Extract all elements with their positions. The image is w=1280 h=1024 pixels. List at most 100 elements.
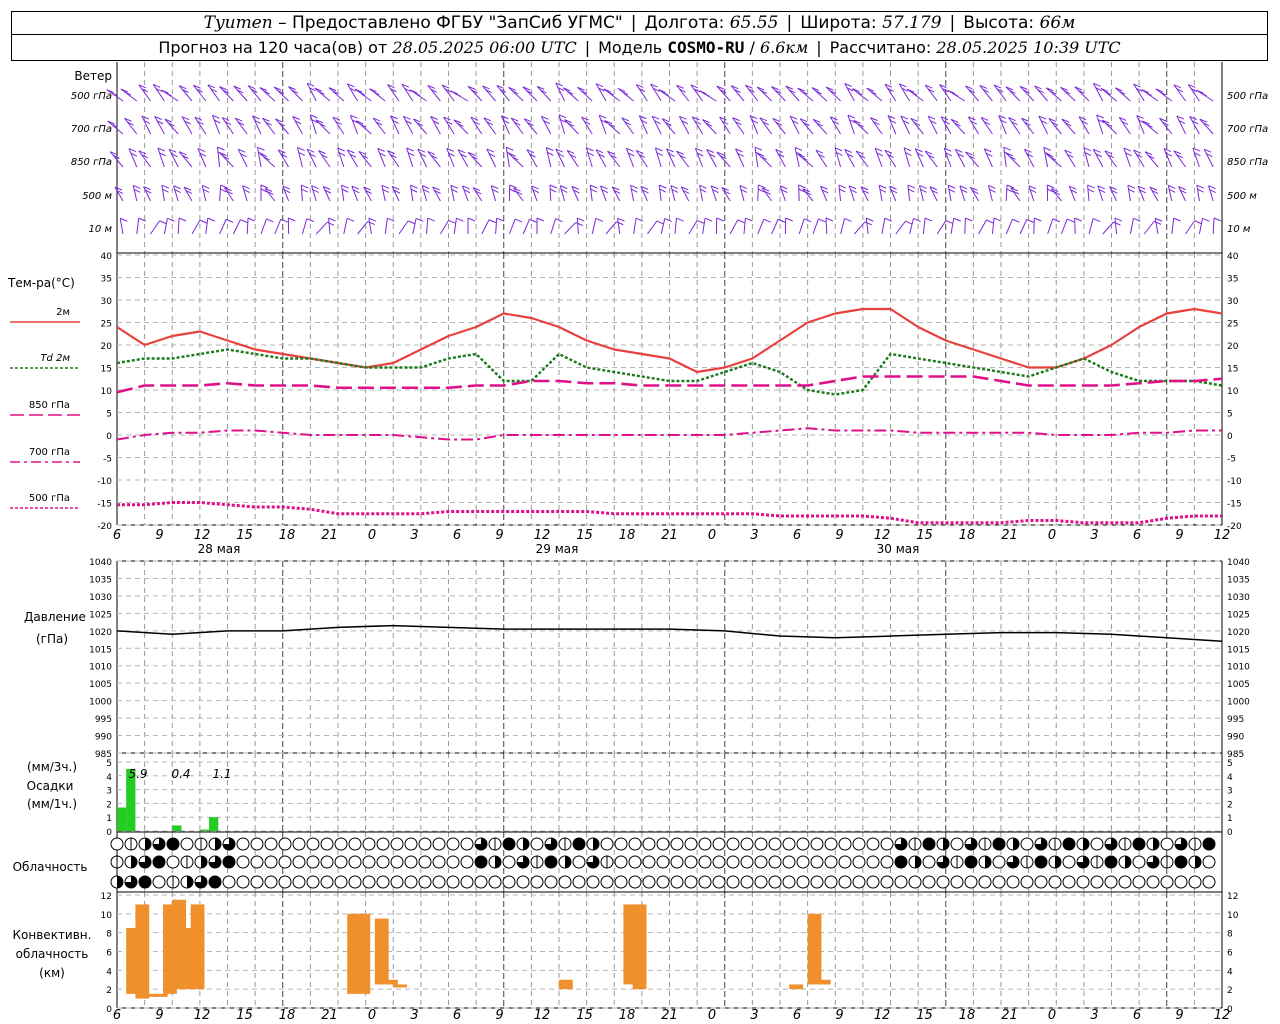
cloud-circle	[1020, 875, 1034, 889]
cloud-circle	[1132, 875, 1146, 889]
hour-tick-label: 0	[368, 528, 376, 543]
precip-bar	[172, 825, 182, 831]
wind-level-label-right: 700 гПа	[1227, 124, 1268, 135]
cloud-circle	[362, 855, 376, 869]
cloud-circle	[712, 875, 726, 889]
wind-barb	[820, 185, 829, 202]
precip-total-label: 5.9	[128, 767, 147, 781]
cloud-symbol	[558, 837, 572, 851]
wind-barb-staff	[922, 218, 926, 235]
temp-tick-left: 0	[106, 432, 112, 442]
cloud-symbol	[1174, 855, 1188, 869]
wind-barb	[1061, 118, 1076, 135]
cloud-circle	[922, 855, 936, 869]
wind-barb	[351, 185, 360, 202]
hour-tick-label: 21	[661, 528, 678, 543]
cloud-circle	[684, 875, 698, 889]
wind-barb-staff	[163, 218, 168, 235]
cloud-circle	[726, 855, 740, 869]
wind-barb	[550, 218, 563, 235]
cloud-symbol	[152, 855, 166, 869]
cloud-symbol	[880, 837, 894, 851]
cloud-symbol	[950, 875, 964, 889]
wind-barb	[482, 85, 496, 102]
wind-barb	[658, 184, 667, 202]
wind-barb	[1118, 116, 1131, 135]
wind-barb-staff	[357, 221, 369, 235]
wind-barb-flag	[676, 217, 684, 222]
wind-barb-staff	[467, 86, 483, 102]
hour-tick-label-bottom: 6	[453, 1008, 461, 1023]
cloud-circle	[278, 837, 292, 851]
wind-barb	[1199, 118, 1214, 135]
wind-barb-staff	[834, 147, 842, 168]
wind-barb	[954, 148, 966, 168]
hour-tick-label-bottom: 3	[1090, 1008, 1098, 1023]
cloud-circle	[698, 875, 712, 889]
wind-barb-staff	[947, 185, 952, 202]
wind-barb-staff	[798, 218, 805, 235]
cloud-symbol	[446, 875, 460, 889]
cloud-fill	[1013, 838, 1019, 850]
cloud-symbol	[1076, 875, 1090, 889]
wind-barb-staff	[1003, 147, 1007, 168]
wind-barb	[1154, 217, 1163, 235]
wind-barb	[898, 83, 911, 102]
wind-barb-staff	[341, 185, 345, 202]
cloud-symbol	[768, 837, 782, 851]
wind-barb	[252, 115, 262, 135]
wind-barb-flag	[590, 184, 598, 189]
temp-tick-right: -15	[1227, 500, 1242, 510]
cloud-symbol	[586, 855, 600, 869]
wind-barb	[526, 149, 538, 168]
cloud-fill	[201, 856, 207, 868]
cloud-symbol	[628, 855, 642, 869]
cloud-symbol	[642, 855, 656, 869]
cloud-circle	[1062, 855, 1076, 869]
wind-barb	[467, 217, 476, 234]
wind-barb	[1060, 86, 1076, 102]
wind-barb-staff	[232, 219, 241, 235]
temp-tick-left: -5	[103, 455, 112, 465]
cloud-circle	[1034, 875, 1048, 889]
wind-barb-flag	[1087, 184, 1095, 189]
wind-barb	[735, 148, 745, 168]
cloud-symbol	[768, 855, 782, 869]
cloud-symbol	[1062, 837, 1076, 851]
wind-barb	[745, 84, 759, 102]
wind-barb-flag	[257, 146, 265, 151]
cloud-symbol	[1160, 837, 1174, 851]
wind-barb-staff	[576, 218, 579, 235]
cloud-symbol	[376, 875, 390, 889]
cloud-circle	[810, 855, 824, 869]
wind-barb	[508, 184, 517, 202]
wind-barb	[219, 152, 234, 168]
wind-barb-staff	[1005, 184, 1008, 202]
hour-tick-label: 6	[453, 528, 461, 543]
wind-barb-staff	[508, 152, 524, 168]
wind-barb-flag	[207, 217, 215, 222]
wind-barb-staff	[301, 218, 308, 235]
wind-barb	[178, 151, 193, 168]
cloud-symbol	[152, 875, 166, 889]
hour-tick-label: 9	[1175, 528, 1183, 543]
wind-barb-staff	[141, 115, 152, 135]
wind-barb-staff	[1127, 185, 1131, 202]
wind-barb-staff	[354, 88, 372, 102]
cloud-symbol	[264, 837, 278, 851]
cloud-symbol	[124, 855, 138, 869]
wind-barb-flag	[595, 217, 603, 222]
cloud-symbol	[250, 855, 264, 869]
wind-barb-staff	[136, 218, 140, 235]
cloud-symbol	[166, 875, 180, 889]
wind-barb	[161, 89, 179, 102]
cloud-symbol	[768, 875, 782, 889]
wind-barb	[947, 184, 956, 202]
cloud-fill	[1105, 856, 1117, 868]
wind-barb-staff	[1196, 89, 1214, 102]
cloud-circle	[894, 875, 908, 889]
cloud-symbol	[502, 855, 516, 869]
conv-tick-right: 4	[1227, 967, 1233, 977]
wind-barb-staff	[585, 147, 593, 168]
hour-tick-label: 0	[1048, 528, 1056, 543]
